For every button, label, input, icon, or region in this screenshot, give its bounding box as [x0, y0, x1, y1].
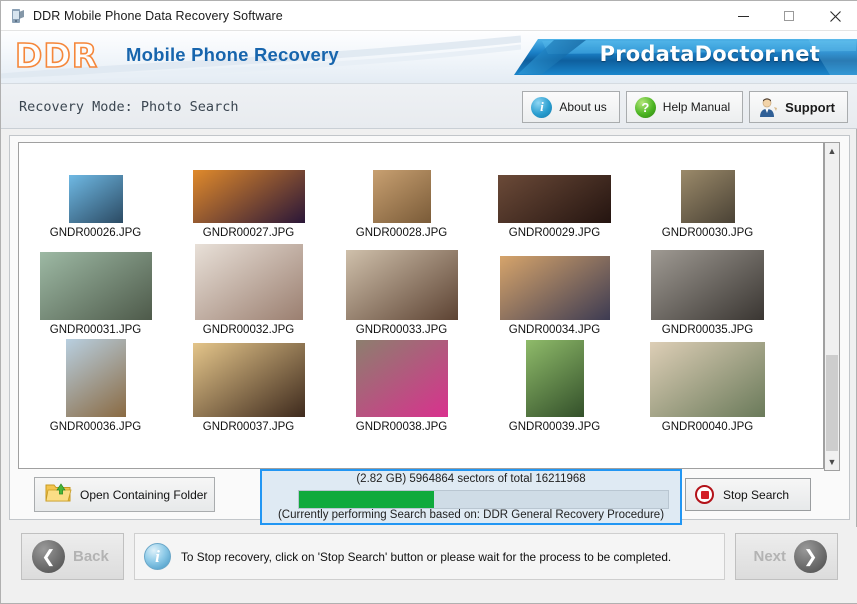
thumbnail-filename: GNDR00035.JPG [661, 324, 754, 336]
thumbnail-image [194, 244, 303, 320]
thumbnail-item[interactable]: GNDR00030.JPG [631, 143, 784, 240]
thumbnail-image [192, 170, 305, 223]
thumbnail-list[interactable]: GNDR00026.JPG GNDR00027.JPG GNDR00028.JPG G… [18, 142, 824, 469]
product-name: Mobile Phone Recovery [126, 44, 339, 65]
thumbnail-filename: GNDR00038.JPG [355, 421, 448, 433]
thumbnail-item[interactable]: GNDR00028.JPG [325, 143, 478, 240]
thumbnail-grid: GNDR00026.JPG GNDR00027.JPG GNDR00028.JPG G… [19, 143, 809, 434]
status-message-strip: i To Stop recovery, click on 'Stop Searc… [134, 533, 725, 580]
window-title: DDR Mobile Phone Data Recovery Software [33, 8, 283, 23]
chevron-right-circle-icon: ❯ [794, 540, 827, 573]
ddr-logo: DDR [14, 35, 99, 76]
thumbnail-image [651, 250, 764, 320]
thumbnail-image [192, 343, 305, 417]
thumbnail-item[interactable]: GNDR00037.JPG [172, 337, 325, 434]
thumbnail-image [372, 170, 431, 223]
stop-search-button[interactable]: Stop Search [685, 478, 811, 511]
thumbnail-item[interactable]: GNDR00039.JPG [478, 337, 631, 434]
thumbnail-filename: GNDR00026.JPG [49, 227, 142, 239]
app-icon [9, 8, 25, 24]
thumbnail-filename: GNDR00027.JPG [202, 227, 295, 239]
thumbnail-item[interactable]: GNDR00026.JPG [19, 143, 172, 240]
question-icon: ? [634, 96, 656, 118]
next-label: Next [753, 548, 786, 565]
support-button[interactable]: Support [749, 91, 848, 123]
thumbnail-filename: GNDR00037.JPG [202, 421, 295, 433]
search-progress-panel: (2.82 GB) 5964864 sectors of total 16211… [260, 469, 682, 525]
thumbnail-filename: GNDR00034.JPG [508, 324, 601, 336]
chevron-left-circle-icon: ❮ [32, 540, 65, 573]
thumbnail-image [499, 256, 610, 320]
stop-search-label: Stop Search [723, 487, 790, 502]
application-window: DDR Mobile Phone Data Recovery Software … [0, 0, 857, 604]
recovery-mode-label: Recovery Mode: Photo Search [19, 99, 239, 115]
open-containing-folder-label: Open Containing Folder [80, 487, 208, 502]
open-containing-folder-button[interactable]: Open Containing Folder [34, 477, 215, 512]
vertical-scrollbar[interactable]: ▲ ▼ [824, 142, 840, 471]
window-controls [720, 1, 857, 31]
thumbnail-image [355, 340, 448, 417]
thumbnail-item[interactable]: GNDR00032.JPG [172, 240, 325, 337]
thumbnail-filename: GNDR00030.JPG [661, 227, 754, 239]
info-icon: i [144, 543, 171, 570]
thumbnail-filename: GNDR00040.JPG [661, 421, 754, 433]
thumbnail-image [68, 175, 123, 223]
status-message: To Stop recovery, click on 'Stop Search'… [181, 549, 672, 564]
back-label: Back [73, 548, 109, 565]
info-icon: i [531, 96, 553, 118]
folder-up-arrow-icon [45, 481, 72, 508]
brand-header: DDR Mobile Phone Recovery ProdataDoctor.… [1, 31, 857, 83]
recovery-mode-bar: Recovery Mode: Photo Search i About us ?… [1, 83, 857, 129]
thumbnail-item[interactable]: GNDR00040.JPG [631, 337, 784, 434]
footer-bar: ❮ Back i To Stop recovery, click on 'Sto… [1, 527, 857, 603]
support-person-icon [758, 97, 778, 118]
progress-sectors-label: (2.82 GB) 5964864 sectors of total 16211… [356, 473, 586, 485]
thumbnail-item[interactable]: GNDR00038.JPG [325, 337, 478, 434]
thumbnail-item[interactable]: GNDR00033.JPG [325, 240, 478, 337]
thumbnail-filename: GNDR00029.JPG [508, 227, 601, 239]
brand-banner-text: ProdataDoctor.net [599, 42, 820, 66]
thumbnail-image [65, 339, 126, 417]
thumbnail-image [680, 170, 735, 223]
thumbnail-item[interactable]: GNDR00034.JPG [478, 240, 631, 337]
support-label: Support [785, 99, 835, 115]
progress-bar-fill [299, 491, 434, 508]
minimize-button[interactable] [720, 1, 766, 31]
scroll-up-arrow-icon[interactable]: ▲ [825, 143, 839, 159]
thumbnail-filename: GNDR00032.JPG [202, 324, 295, 336]
thumbnail-filename: GNDR00033.JPG [355, 324, 448, 336]
help-manual-label: Help Manual [662, 100, 731, 114]
thumbnail-image [525, 340, 584, 417]
thumbnail-item[interactable]: GNDR00031.JPG [19, 240, 172, 337]
thumbnail-image [345, 250, 458, 320]
about-us-button[interactable]: i About us [522, 91, 620, 123]
scroll-down-arrow-icon[interactable]: ▼ [825, 454, 839, 470]
progress-bar-track [298, 490, 669, 509]
thumbnail-item[interactable]: GNDR00027.JPG [172, 143, 325, 240]
thumbnail-filename: GNDR00039.JPG [508, 421, 601, 433]
help-manual-button[interactable]: ? Help Manual [625, 91, 744, 123]
about-us-label: About us [559, 100, 607, 114]
maximize-button[interactable] [766, 1, 812, 31]
next-button[interactable]: Next ❯ [735, 533, 838, 580]
stop-record-icon [695, 485, 714, 504]
thumbnail-item[interactable]: GNDR00035.JPG [631, 240, 784, 337]
thumbnail-image [39, 252, 152, 320]
progress-description-label: (Currently performing Search based on: D… [277, 509, 665, 521]
content-panel: GNDR00026.JPG GNDR00027.JPG GNDR00028.JPG G… [9, 135, 850, 525]
thumbnail-image [650, 342, 765, 417]
thumbnail-filename: GNDR00028.JPG [355, 227, 448, 239]
back-button[interactable]: ❮ Back [21, 533, 124, 580]
thumbnail-item[interactable]: GNDR00036.JPG [19, 337, 172, 434]
header-button-group: i About us ? Help Manual Support [522, 91, 848, 123]
scrollbar-thumb[interactable] [826, 355, 838, 451]
thumbnail-item[interactable]: GNDR00029.JPG [478, 143, 631, 240]
close-button[interactable] [812, 1, 857, 31]
title-bar: DDR Mobile Phone Data Recovery Software [1, 1, 857, 31]
thumbnail-filename: GNDR00036.JPG [49, 421, 142, 433]
thumbnail-image [498, 175, 611, 223]
thumbnail-filename: GNDR00031.JPG [49, 324, 142, 336]
